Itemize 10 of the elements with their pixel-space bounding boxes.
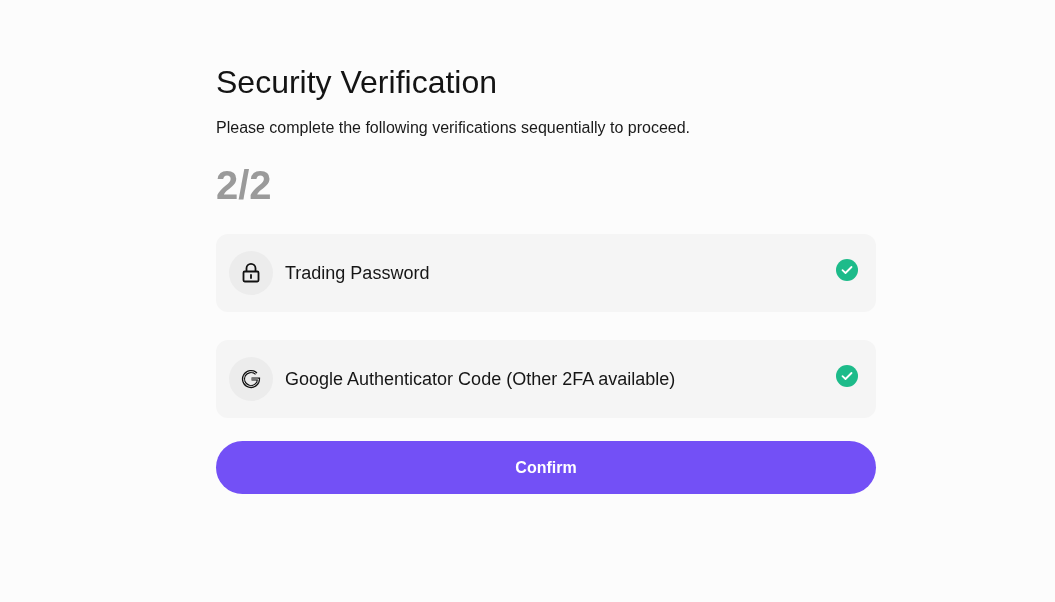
verification-label: Google Authenticator Code (Other 2FA available) xyxy=(285,368,677,390)
verification-item[interactable]: Trading Password xyxy=(216,234,876,312)
confirm-button[interactable]: Confirm xyxy=(216,441,876,494)
verification-label: Trading Password xyxy=(285,262,431,284)
page-title: Security Verification xyxy=(216,63,497,101)
step-counter: 2/2 xyxy=(216,162,272,208)
letter-g-icon xyxy=(229,357,273,401)
padlock-icon xyxy=(229,251,273,295)
instruction-text: Please complete the following verifications sequentially to proceed. xyxy=(216,118,691,138)
verification-item[interactable]: Google Authenticator Code (Other 2FA available) xyxy=(216,340,876,418)
